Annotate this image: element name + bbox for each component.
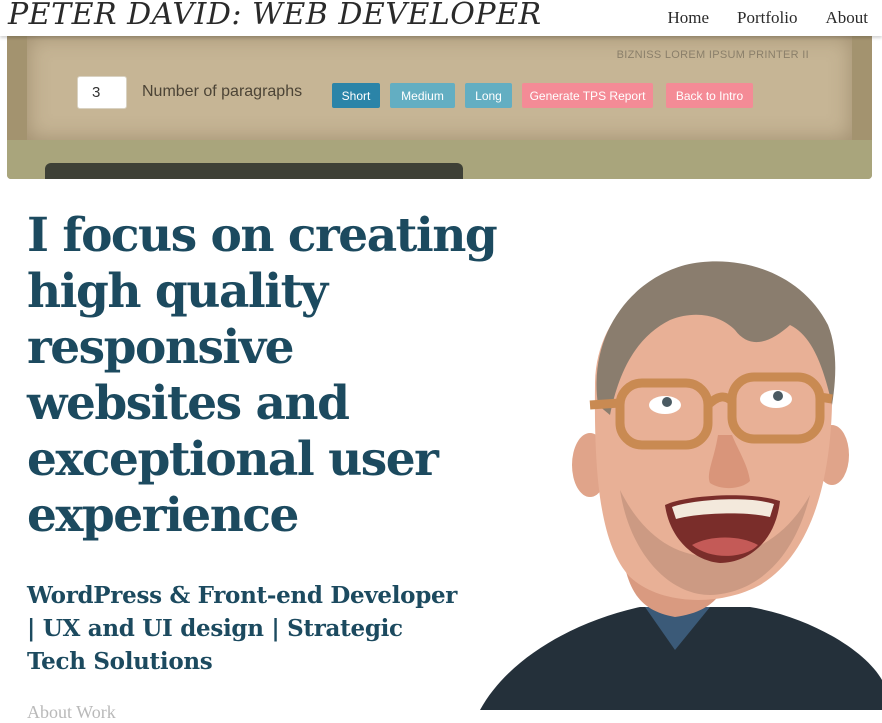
developer-portrait [480, 261, 882, 710]
short-button[interactable]: Short [332, 83, 380, 108]
ipsum-generator-panel: BIZNISS LOREM IPSUM PRINTER II Number of… [7, 36, 872, 179]
paragraph-count-input[interactable] [77, 76, 127, 109]
nav-about-link[interactable]: About [826, 8, 869, 28]
back-to-intro-button[interactable]: Back to Intro [666, 83, 753, 108]
nav-portfolio-link[interactable]: Portfolio [737, 8, 797, 28]
generate-tps-report-button[interactable]: Generate TPS Report [522, 83, 653, 108]
site-brand-link[interactable]: PETER DAVID: WEB DEVELOPER [8, 0, 542, 32]
top-navbar: PETER DAVID: WEB DEVELOPER Home Portfoli… [0, 0, 882, 36]
long-button[interactable]: Long [465, 83, 512, 108]
section-teaser-text: About Work [27, 702, 116, 722]
generator-controls: BIZNISS LOREM IPSUM PRINTER II Number of… [27, 36, 852, 140]
generator-tagline: BIZNISS LOREM IPSUM PRINTER II [616, 49, 809, 61]
nav-home-link[interactable]: Home [668, 8, 710, 28]
main-nav: Home Portfolio About [668, 8, 869, 28]
hero-headline: I focus on creating high quality respons… [27, 208, 498, 543]
paragraph-count-label: Number of paragraphs [142, 83, 303, 100]
monitor-graphic [45, 163, 463, 179]
hero-subheadline: WordPress & Front-end Developer | UX and… [27, 582, 458, 675]
medium-button[interactable]: Medium [390, 83, 455, 108]
